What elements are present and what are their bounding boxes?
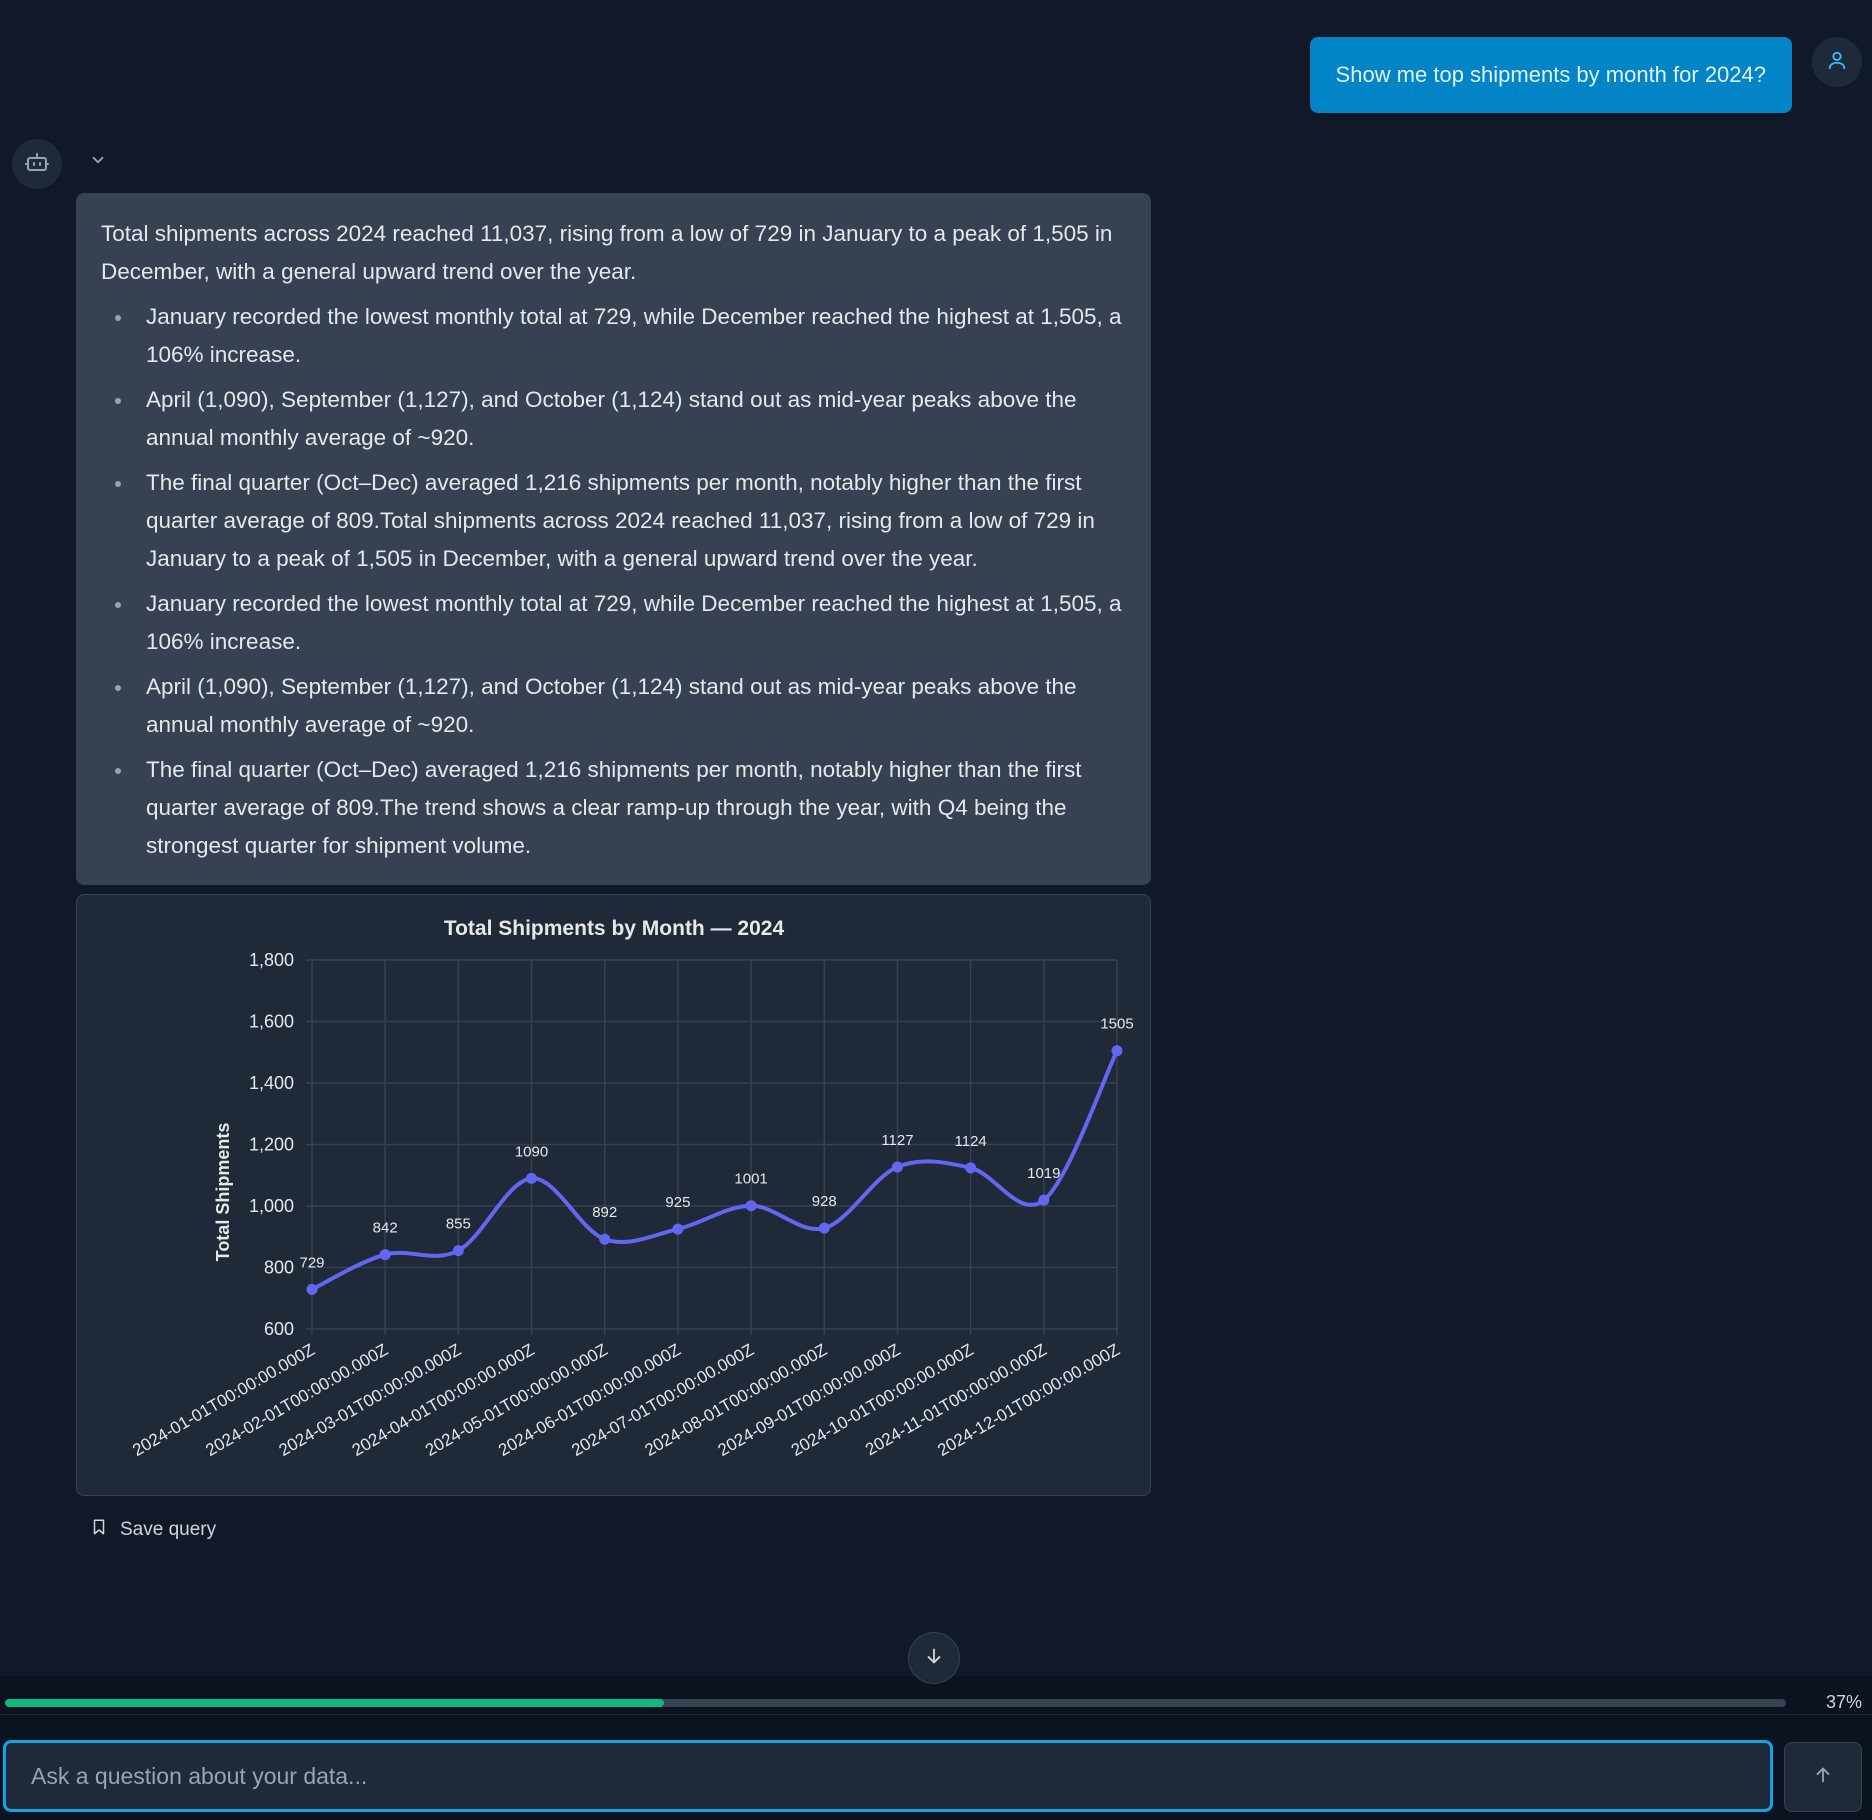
data-label: 892: [592, 1204, 617, 1221]
y-tick-label: 1,800: [249, 950, 294, 970]
data-point: [306, 1283, 318, 1295]
scroll-down-button[interactable]: [908, 1632, 960, 1684]
data-point: [379, 1249, 391, 1261]
data-point: [1111, 1045, 1123, 1057]
data-label: 1090: [515, 1143, 548, 1160]
y-tick-label: 800: [264, 1258, 294, 1278]
arrow-up-icon: [1812, 1764, 1834, 1791]
data-label: 729: [299, 1254, 324, 1271]
save-query-label: Save query: [120, 1519, 217, 1540]
y-tick-label: 1,600: [249, 1012, 294, 1032]
data-point: [745, 1200, 757, 1212]
send-button[interactable]: [1784, 1742, 1862, 1812]
list-item: January recorded the lowest monthly tota…: [101, 585, 1125, 661]
progress-bar: [5, 1699, 1786, 1707]
data-label: 842: [373, 1220, 398, 1237]
collapse-toggle[interactable]: [86, 150, 110, 174]
data-label: 1001: [734, 1171, 767, 1188]
summary-intro: Total shipments across 2024 reached 11,0…: [101, 221, 1113, 284]
series-line: [311, 1049, 1119, 1292]
user-avatar: [1812, 37, 1862, 87]
chart-card: Total Shipments by Month — 2024 Total Sh…: [76, 894, 1151, 1496]
data-label: 855: [446, 1216, 471, 1233]
user-message: Show me top shipments by month for 2024?: [1309, 37, 1792, 113]
data-label: 928: [812, 1193, 837, 1210]
progress-fill: [5, 1699, 664, 1707]
chevron-down-icon: [89, 151, 107, 174]
arrow-down-icon: [923, 1645, 945, 1672]
data-label: 1019: [1027, 1165, 1060, 1182]
data-point: [818, 1222, 830, 1234]
data-label: 1505: [1100, 1016, 1133, 1033]
y-tick-label: 1,400: [249, 1073, 294, 1093]
line-chart: Total Shipments by Month — 2024 Total Sh…: [129, 917, 1133, 1460]
save-query-button[interactable]: Save query: [90, 1517, 216, 1543]
data-point: [891, 1161, 903, 1173]
bookmark-icon: [90, 1517, 108, 1543]
data-point: [1038, 1194, 1050, 1206]
user-message-text: Show me top shipments by month for 2024?: [1335, 62, 1766, 87]
list-item: April (1,090), September (1,127), and Oc…: [101, 381, 1125, 457]
user-icon: [1826, 49, 1848, 76]
list-item: January recorded the lowest monthly tota…: [101, 298, 1125, 374]
data-point: [599, 1233, 611, 1245]
question-input[interactable]: [3, 1740, 1773, 1812]
y-tick-label: 1,200: [249, 1135, 294, 1155]
chart-title: Total Shipments by Month — 2024: [444, 917, 785, 940]
bot-avatar: [12, 139, 62, 189]
summary-list: January recorded the lowest monthly tota…: [101, 298, 1125, 865]
progress-label: 37%: [1825, 1692, 1862, 1712]
list-item: April (1,090), September (1,127), and Oc…: [101, 668, 1125, 744]
data-point: [526, 1172, 538, 1184]
data-point: [965, 1162, 977, 1174]
data-point: [672, 1223, 684, 1235]
data-point: [452, 1245, 464, 1257]
summary-card: Total shipments across 2024 reached 11,0…: [76, 193, 1151, 885]
data-label: 925: [665, 1194, 690, 1211]
y-tick-label: 1,000: [249, 1196, 294, 1216]
chart-ylabel: Total Shipments: [213, 1123, 233, 1262]
divider: [0, 1714, 1872, 1715]
robot-icon: [25, 150, 49, 179]
data-label: 1124: [955, 1133, 987, 1150]
list-item: The final quarter (Oct–Dec) averaged 1,2…: [101, 464, 1125, 578]
data-label: 1127: [881, 1132, 913, 1149]
y-tick-label: 600: [264, 1319, 294, 1339]
list-item: The final quarter (Oct–Dec) averaged 1,2…: [101, 751, 1125, 865]
